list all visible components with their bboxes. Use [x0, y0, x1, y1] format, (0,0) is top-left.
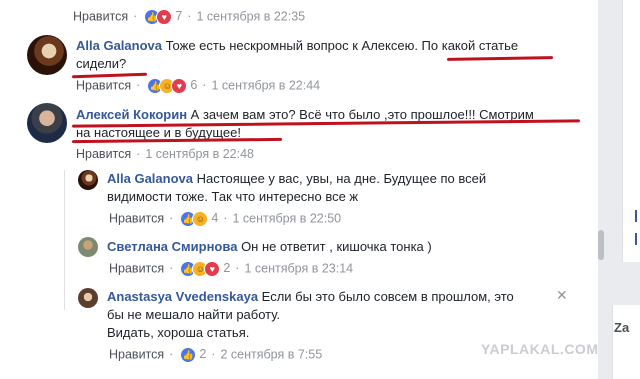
- sidebar-card: [622, 0, 640, 262]
- love-reaction-icon: ♥: [156, 9, 173, 25]
- like-link[interactable]: Нравится: [76, 78, 131, 92]
- comment-timestamp[interactable]: 1 сентября в 22:35: [196, 9, 305, 23]
- comment-timestamp[interactable]: 1 сентября в 22:50: [232, 211, 341, 225]
- comment-author[interactable]: Alla Galanova: [76, 38, 162, 53]
- comment-meta: Нравится · 👍 ☺ ♥ 2 · 1 сентября в 23:14: [109, 261, 354, 277]
- reaction-count[interactable]: 2: [223, 261, 230, 275]
- like-link[interactable]: Нравится: [76, 147, 131, 161]
- avatar[interactable]: [78, 288, 98, 308]
- comment-meta-top: Нравится · 👍 ♥ 7 · 1 сентября в 22:35: [73, 9, 306, 25]
- comment-text-line: Видать, хороша статья.: [107, 325, 250, 340]
- comment: Alla Galanova Тоже есть нескромный вопро…: [76, 37, 576, 73]
- reaction-count[interactable]: 6: [190, 78, 197, 92]
- comment-meta: Нравится · 👍 2 · 2 сентября в 7:55: [109, 347, 323, 363]
- reply: Светлана Смирнова Он не ответит , кишочк…: [107, 238, 537, 256]
- reactions[interactable]: 👍 ☺ ♥: [147, 78, 188, 94]
- reply: Anastasya Vvedenskaya Если бы это было с…: [107, 288, 547, 342]
- comment-text-line: видимости тоже. Так что интересно все ж: [107, 189, 359, 204]
- avatar[interactable]: [78, 237, 98, 257]
- reactions[interactable]: 👍 ☺: [180, 211, 209, 227]
- like-link[interactable]: Нравится: [73, 9, 128, 23]
- reactions[interactable]: 👍 ♥: [144, 9, 173, 25]
- sidebar-card: [612, 305, 640, 379]
- reaction-count[interactable]: 7: [175, 9, 182, 23]
- comment-author[interactable]: Anastasya Vvedenskaya: [107, 289, 258, 304]
- sidebar-marker: [635, 233, 637, 245]
- comment-timestamp[interactable]: 1 сентября в 23:14: [244, 261, 353, 275]
- right-sidebar: Za: [598, 0, 640, 379]
- avatar[interactable]: [78, 170, 98, 190]
- comment-timestamp[interactable]: 2 сентября в 7:55: [220, 347, 322, 361]
- reply-thread-line: [64, 170, 65, 310]
- reaction-count[interactable]: 2: [199, 347, 206, 361]
- avatar[interactable]: [27, 103, 67, 143]
- comments-panel: Нравится · 👍 ♥ 7 · 1 сентября в 22:35 Alla Gal…: [0, 0, 598, 379]
- scrollbar[interactable]: [598, 230, 604, 260]
- comment-text-line: бы не мешало найти работу.: [107, 307, 281, 322]
- love-reaction-icon: ♥: [204, 261, 221, 277]
- comment-meta: Нравится · 👍 ☺ 4 · 1 сентября в 22:50: [109, 211, 342, 227]
- sidebar-marker: [635, 210, 637, 222]
- comment-timestamp[interactable]: 1 сентября в 22:48: [145, 147, 254, 161]
- reactions[interactable]: 👍 ☺ ♥: [180, 261, 221, 277]
- like-link[interactable]: Нравится: [109, 261, 164, 275]
- reaction-count[interactable]: 4: [211, 211, 218, 225]
- comment-meta: Нравится · 👍 ☺ ♥ 6 · 1 сентября в 22:44: [76, 78, 321, 94]
- comment-author[interactable]: Алексей Кокорин: [76, 107, 187, 122]
- like-link[interactable]: Нравится: [109, 211, 164, 225]
- avatar[interactable]: [27, 35, 67, 75]
- love-reaction-icon: ♥: [171, 78, 188, 94]
- close-icon[interactable]: ✕: [556, 287, 568, 304]
- comment-text-line: Он не ответит , кишочка тонка ): [241, 239, 432, 254]
- haha-reaction-icon: ☺: [192, 211, 209, 227]
- reply: Alla Galanova Настоящее у вас, увы, на д…: [107, 170, 537, 206]
- comment-text-line: Тоже есть нескромный вопрос к Алексею. П…: [165, 38, 519, 53]
- reactions[interactable]: 👍: [180, 347, 197, 363]
- comment-text-line: Настоящее у вас, увы, на дне. Будущее по…: [196, 171, 487, 186]
- like-reaction-icon: 👍: [180, 347, 197, 363]
- comment-timestamp[interactable]: 1 сентября в 22:44: [211, 78, 320, 92]
- comment-author[interactable]: Светлана Смирнова: [107, 239, 237, 254]
- like-link[interactable]: Нравится: [109, 347, 164, 361]
- sidebar-label: Za: [614, 320, 630, 335]
- comment-text-line: Если бы это было совсем в прошлом, это: [261, 289, 514, 304]
- comment-meta: Нравится · 1 сентября в 22:48: [76, 147, 254, 161]
- watermark-logo: YAPLAKAL.COM: [481, 341, 599, 357]
- comment-author[interactable]: Alla Galanova: [107, 171, 193, 186]
